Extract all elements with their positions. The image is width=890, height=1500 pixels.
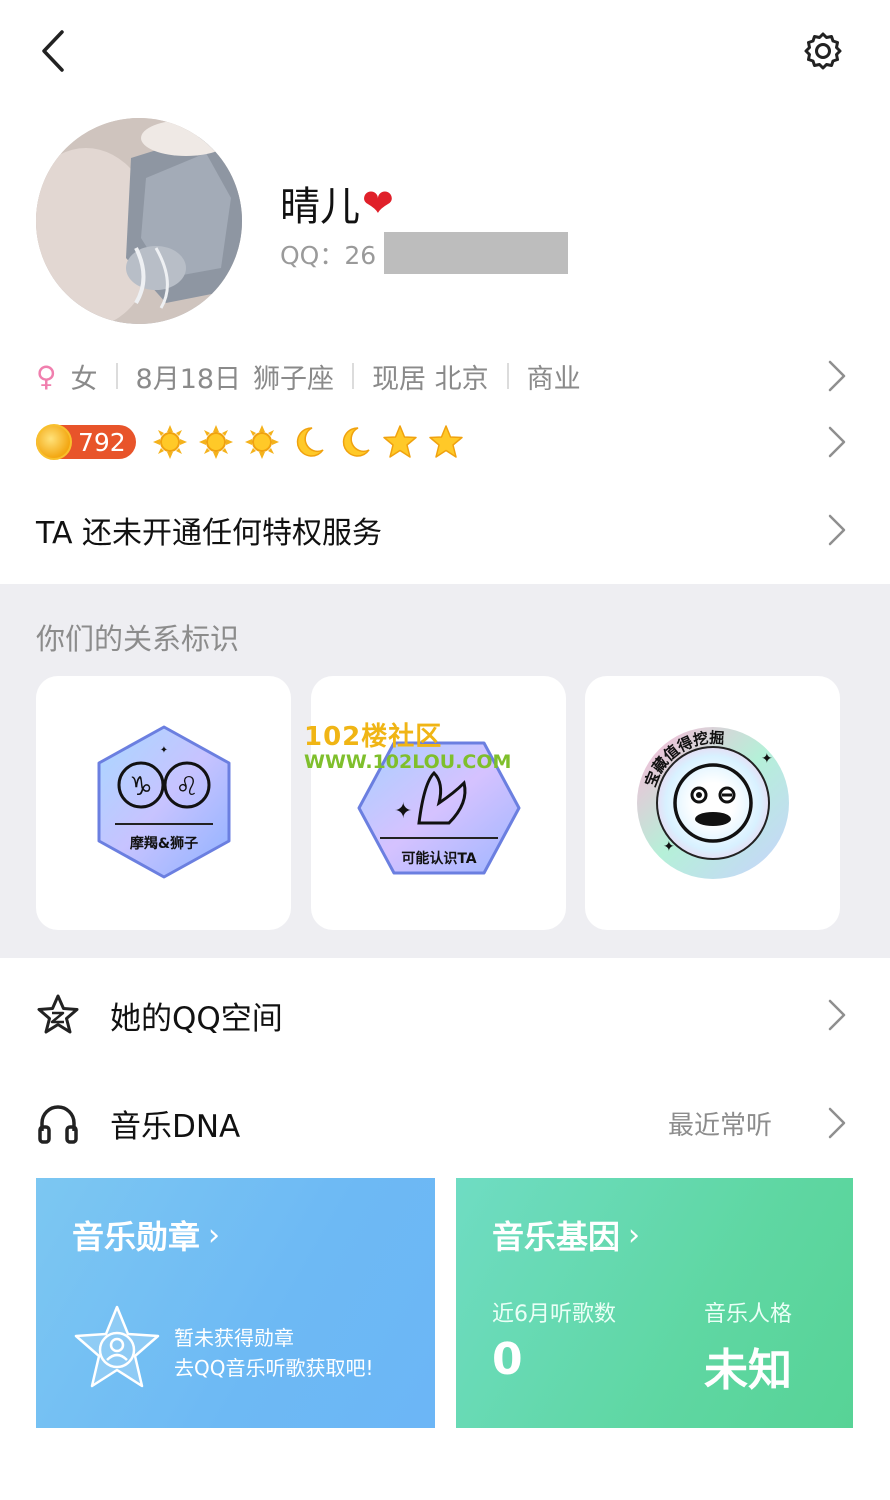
music-persona-label: 音乐人格 <box>704 1302 793 1327</box>
qq-number: QQ：26 <box>280 241 377 270</box>
svg-text:♌: ♌ <box>175 772 198 802</box>
divider <box>115 363 118 389</box>
watermark: 102楼社区 WWW.102LOU.COM <box>304 724 534 774</box>
level-row[interactable]: 792 <box>36 420 856 464</box>
songs-count-value: 0 <box>492 1334 523 1385</box>
zodiac-badge-label: 摩羯&狮子 <box>129 835 197 852</box>
headphones-icon <box>38 1105 78 1144</box>
chevron-right-icon <box>828 360 846 392</box>
watermark-line2: WWW.102LOU.COM <box>304 751 512 773</box>
relationship-card-treasure[interactable]: ✦ ✦ 宝藏值得挖掘 <box>585 676 840 930</box>
sun-icon <box>244 424 280 460</box>
music-dna-row[interactable]: 音乐DNA 最近常听 <box>36 1098 856 1148</box>
svg-text:✦: ✦ <box>761 751 773 767</box>
watermark-line1: 102楼社区 <box>304 722 443 752</box>
gear-icon <box>804 32 842 70</box>
music-medal-title: 音乐勋章 › <box>72 1212 220 1258</box>
avatar-photo <box>36 118 242 324</box>
qzone-label: 她的QQ空间 <box>110 1000 283 1037</box>
level-badge: 792 <box>36 424 136 460</box>
privilege-text: TA 还未开通任何特权服务 <box>36 516 383 551</box>
medal-hint-text: 去QQ音乐听歌获取吧! <box>174 1356 374 1380</box>
may-know-badge-label: 可能认识TA <box>401 850 476 867</box>
chevron-right-icon: › <box>628 1217 641 1253</box>
svg-text:♑: ♑ <box>129 772 152 802</box>
chevron-right-icon: › <box>208 1217 221 1253</box>
zodiac-badge-icon: ♑ ♌ ✦ 摩羯&狮子 <box>97 725 230 879</box>
divider <box>506 363 509 389</box>
treasure-badge-icon: ✦ ✦ 宝藏值得挖掘 <box>636 727 789 879</box>
level-icons <box>152 424 464 460</box>
settings-button[interactable] <box>798 26 848 76</box>
nickname: 晴儿 ❤ <box>280 174 394 232</box>
chevron-right-icon <box>828 999 846 1031</box>
female-icon: ♀ <box>36 359 57 393</box>
level-coin-icon <box>36 424 72 460</box>
zodiac-text: 狮子座 <box>253 363 335 395</box>
sun-icon <box>198 424 234 460</box>
moon-icon <box>336 424 372 460</box>
privilege-row[interactable]: TA 还未开通任何特权服务 <box>36 508 856 552</box>
music-gene-title: 音乐基因 › <box>492 1212 640 1258</box>
birthday-text: 8月18日 <box>135 363 242 395</box>
music-gene-card[interactable]: 音乐基因 › 近6月听歌数 0 音乐人格 未知 <box>456 1178 853 1428</box>
star-icon <box>428 424 464 460</box>
music-medal-title-text: 音乐勋章 <box>72 1218 201 1256</box>
top-bar <box>0 0 890 100</box>
heart-emoji: ❤ <box>362 181 394 225</box>
gender-text: 女 <box>70 363 98 395</box>
divider <box>352 363 355 389</box>
avatar[interactable] <box>36 118 242 324</box>
industry-text: 商业 <box>526 363 581 395</box>
chevron-right-icon <box>828 426 846 458</box>
qzone-star-icon <box>37 994 79 1034</box>
sun-icon <box>152 424 188 460</box>
relationship-card-zodiac[interactable]: ♑ ♌ ✦ 摩羯&狮子 <box>36 676 291 930</box>
songs-count-label: 近6月听歌数 <box>492 1302 616 1327</box>
svg-text:✦: ✦ <box>663 839 675 855</box>
music-persona-value: 未知 <box>704 1345 792 1396</box>
relationship-title: 你们的关系标识 <box>36 622 240 656</box>
relationship-card-may-know[interactable]: ✦ 可能认识TA <box>311 676 566 930</box>
location-text: 现居 北京 <box>372 363 489 395</box>
chevron-right-icon <box>828 514 846 546</box>
moon-icon <box>290 424 326 460</box>
music-gene-title-text: 音乐基因 <box>492 1218 621 1256</box>
medal-star-icon <box>74 1305 160 1388</box>
qzone-row[interactable]: 她的QQ空间 <box>36 990 856 1040</box>
recent-listen-link[interactable]: 最近常听 <box>668 1105 772 1142</box>
qq-number-redaction <box>384 232 568 274</box>
medal-status-text: 暂未获得勋章 <box>174 1326 294 1350</box>
svg-text:✦: ✦ <box>394 799 412 824</box>
chevron-left-icon <box>42 30 64 72</box>
svg-text:✦: ✦ <box>159 745 167 756</box>
back-button[interactable] <box>28 26 78 76</box>
chevron-right-icon <box>828 1107 846 1139</box>
music-dna-label: 音乐DNA <box>110 1108 241 1145</box>
star-icon <box>382 424 418 460</box>
nickname-text: 晴儿 <box>280 184 360 230</box>
level-value: 792 <box>78 427 126 457</box>
profile-info-row[interactable]: ♀ 女 8月18日 狮子座 现居 北京 商业 <box>36 354 856 398</box>
music-medal-card[interactable]: 音乐勋章 › 暂未获得勋章 去QQ音乐听歌获取吧! <box>36 1178 435 1428</box>
